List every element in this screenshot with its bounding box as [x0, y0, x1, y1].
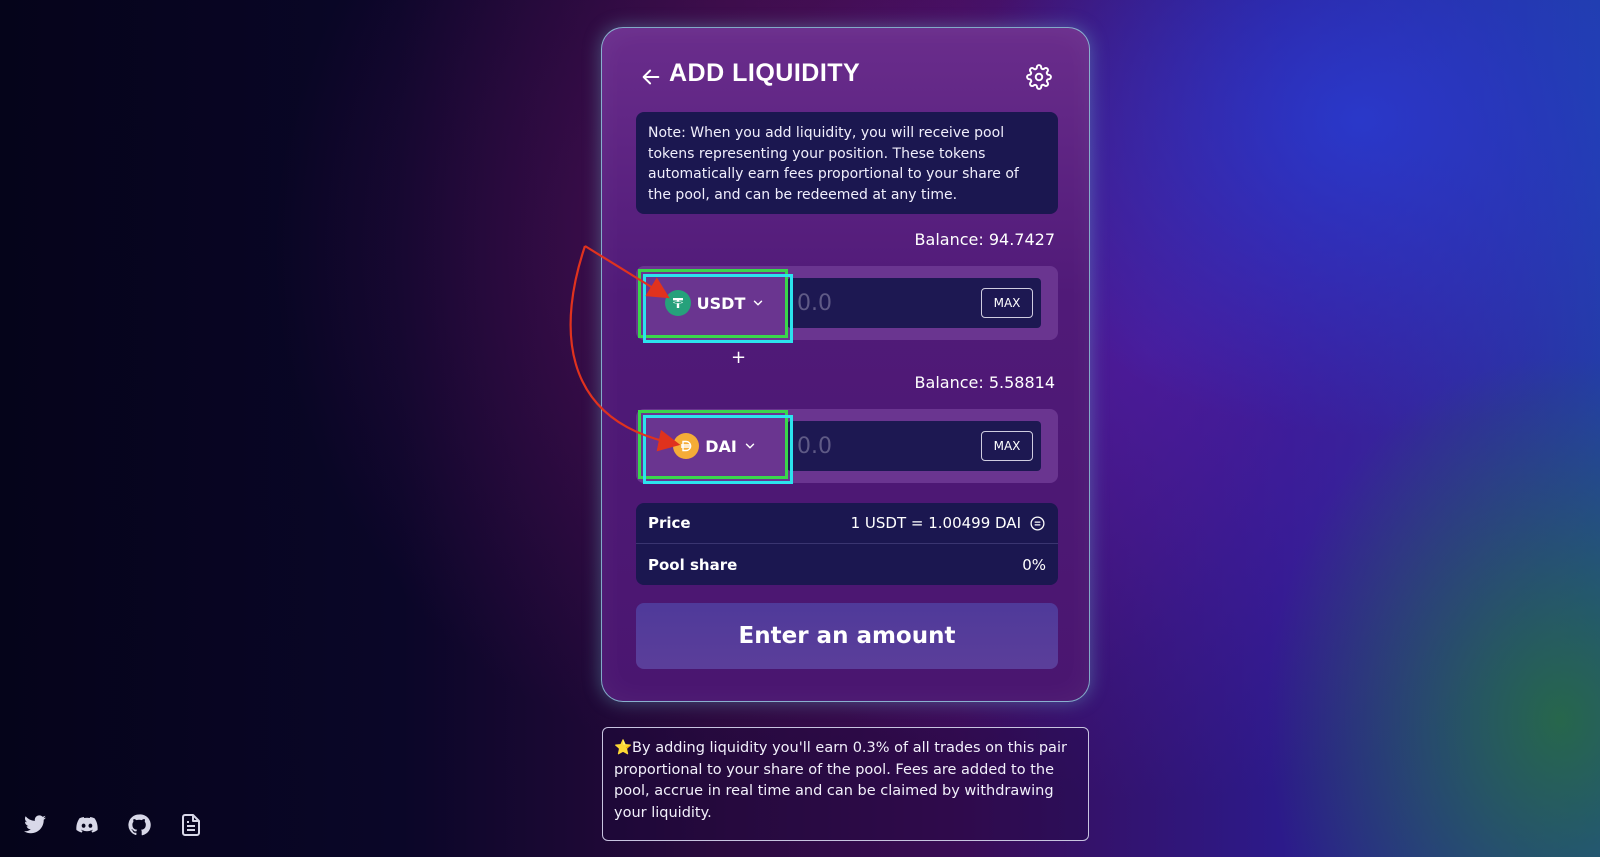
pool-share-value: 0% — [1022, 555, 1046, 574]
discord-link[interactable] — [75, 813, 99, 837]
token-b-amount-input[interactable] — [797, 429, 957, 463]
token-a-row: USDT MAX — [636, 266, 1058, 340]
tether-icon — [664, 290, 691, 316]
token-b-balance: Balance: 5.58814 — [914, 373, 1055, 392]
twitter-link[interactable] — [23, 813, 47, 837]
settings-button[interactable] — [1026, 64, 1052, 90]
token-a-symbol: USDT — [696, 293, 746, 313]
token-b-max-button[interactable]: MAX — [981, 431, 1033, 461]
token-b-symbol: DAI — [705, 436, 737, 456]
token-a-select[interactable]: USDT — [643, 273, 787, 333]
arrow-left-icon — [642, 69, 660, 85]
price-row: Price 1 USDT = 1.00499 DAI — [636, 503, 1058, 544]
back-button[interactable] — [638, 64, 664, 90]
price-label: Price — [648, 514, 691, 532]
dai-icon — [673, 433, 700, 459]
price-info-panel: Price 1 USDT = 1.00499 DAI Pool share 0% — [636, 503, 1058, 585]
plus-sign: + — [731, 347, 747, 368]
page-title: ADD LIQUIDITY — [669, 59, 861, 87]
add-liquidity-card: ADD LIQUIDITY Note: When you add liquidi… — [601, 27, 1090, 702]
twitter-icon — [24, 815, 46, 834]
token-b-row: DAI MAX — [636, 409, 1058, 483]
chevron-down-icon — [754, 300, 763, 306]
docs-link[interactable] — [179, 813, 203, 837]
rewards-info-note: ⭐By adding liquidity you'll earn 0.3% of… — [602, 727, 1089, 841]
pool-share-label: Pool share — [648, 555, 738, 574]
token-a-balance: Balance: 94.7427 — [914, 230, 1055, 249]
gear-icon — [1026, 64, 1052, 90]
docs-icon — [182, 814, 200, 836]
token-a-amount-input[interactable] — [797, 286, 957, 320]
github-icon — [128, 814, 151, 836]
discord-icon — [76, 817, 98, 833]
pool-share-row: Pool share 0% — [636, 544, 1058, 585]
enter-amount-button[interactable]: Enter an amount — [636, 603, 1058, 669]
token-b-select[interactable]: DAI — [643, 416, 787, 476]
price-value: 1 USDT = 1.00499 DAI — [850, 514, 1021, 532]
token-a-amount-box: MAX — [787, 278, 1041, 328]
github-link[interactable] — [127, 813, 151, 837]
token-b-amount-box: MAX — [787, 421, 1041, 471]
swap-rate-icon[interactable] — [1029, 515, 1046, 532]
chevron-down-icon — [745, 443, 755, 449]
token-a-max-button[interactable]: MAX — [981, 288, 1033, 318]
price-value-group: 1 USDT = 1.00499 DAI — [851, 514, 1046, 532]
liquidity-note: Note: When you add liquidity, you will r… — [636, 112, 1058, 214]
